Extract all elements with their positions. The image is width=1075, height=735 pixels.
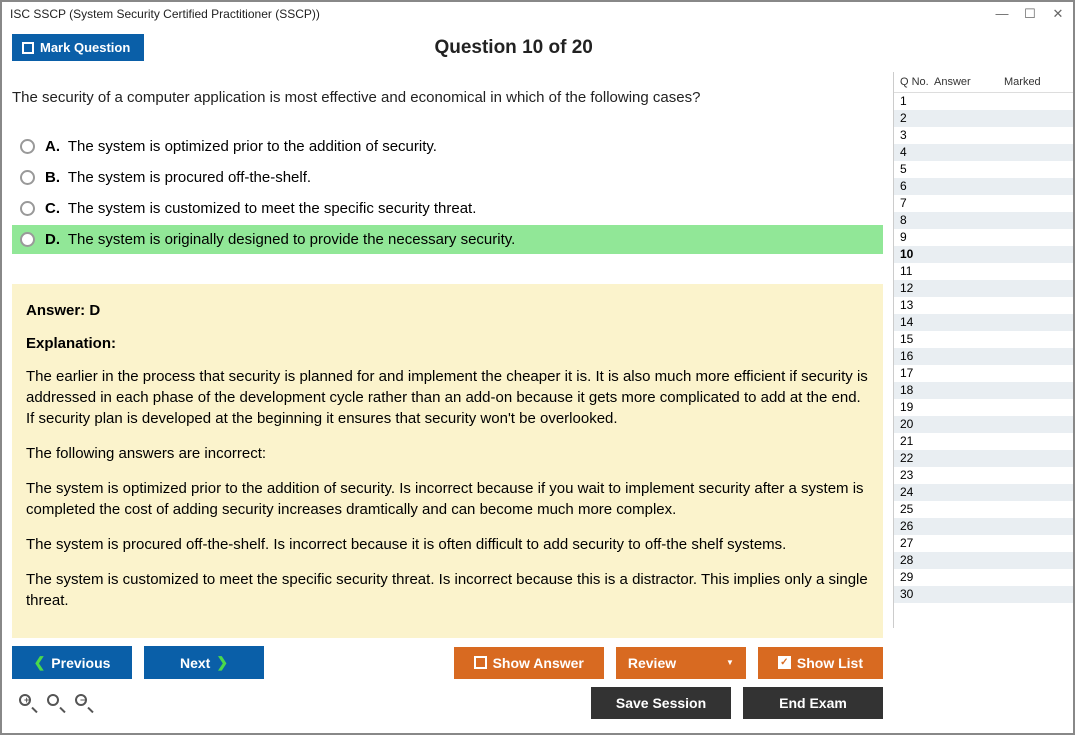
option-C[interactable]: C. The system is customized to meet the …	[12, 194, 883, 223]
question-list-row[interactable]: 18	[894, 382, 1073, 399]
mark-checkbox-icon	[22, 42, 34, 54]
question-list-row[interactable]: 13	[894, 297, 1073, 314]
radio-icon	[20, 201, 35, 216]
header-qno: Q No.	[896, 76, 934, 88]
question-list-row[interactable]: 19	[894, 399, 1073, 416]
chevron-left-icon: ❮	[34, 654, 46, 671]
radio-icon	[20, 232, 35, 247]
question-list-row[interactable]: 27	[894, 535, 1073, 552]
explanation-paragraph: The system is customized to meet the spe…	[26, 569, 869, 611]
question-list-row[interactable]: 6	[894, 178, 1073, 195]
checkbox-icon	[474, 656, 487, 669]
zoom-in-icon[interactable]	[18, 693, 38, 713]
question-list-row[interactable]: 7	[894, 195, 1073, 212]
option-A[interactable]: A. The system is optimized prior to the …	[12, 132, 883, 161]
question-list-row[interactable]: 15	[894, 331, 1073, 348]
question-list-row[interactable]: 29	[894, 569, 1073, 586]
maximize-button[interactable]: ☐	[1023, 6, 1037, 22]
question-list-body[interactable]: 1234567891011121314151617181920212223242…	[894, 93, 1073, 628]
question-list-row[interactable]: 26	[894, 518, 1073, 535]
checkbox-checked-icon	[778, 656, 791, 669]
question-list-row[interactable]: 28	[894, 552, 1073, 569]
question-list-row[interactable]: 12	[894, 280, 1073, 297]
show-answer-button[interactable]: Show Answer	[454, 647, 604, 679]
explanation-paragraph: The system is procured off-the-shelf. Is…	[26, 534, 869, 555]
show-list-button[interactable]: Show List	[758, 647, 883, 679]
explanation-label: Explanation:	[26, 333, 869, 354]
review-button[interactable]: Review ▼	[616, 647, 746, 679]
question-list-row[interactable]: 1	[894, 93, 1073, 110]
zoom-out-icon[interactable]	[74, 693, 94, 713]
question-list-row[interactable]: 2	[894, 110, 1073, 127]
question-content: The security of a computer application i…	[8, 69, 887, 638]
question-list-row[interactable]: 9	[894, 229, 1073, 246]
header-marked: Marked	[1004, 76, 1071, 88]
answer-label: Answer: D	[26, 300, 869, 321]
header-answer: Answer	[934, 76, 1004, 88]
chevron-right-icon: ❯	[216, 654, 228, 671]
mark-label: Mark Question	[40, 40, 130, 55]
question-list-row[interactable]: 25	[894, 501, 1073, 518]
question-list-panel: Q No. Answer Marked 12345678910111213141…	[893, 72, 1073, 628]
question-list-row[interactable]: 17	[894, 365, 1073, 382]
previous-button[interactable]: ❮ Previous	[12, 646, 132, 679]
option-B[interactable]: B. The system is procured off-the-shelf.	[12, 163, 883, 192]
end-exam-button[interactable]: End Exam	[743, 687, 883, 719]
question-list-row[interactable]: 22	[894, 450, 1073, 467]
question-list-row[interactable]: 24	[894, 484, 1073, 501]
question-list-header: Q No. Answer Marked	[894, 72, 1073, 93]
question-list-row[interactable]: 30	[894, 586, 1073, 603]
mark-question-button[interactable]: Mark Question	[12, 34, 144, 61]
next-button[interactable]: Next ❯	[144, 646, 264, 679]
question-list-row[interactable]: 4	[894, 144, 1073, 161]
option-D[interactable]: D. The system is originally designed to …	[12, 225, 883, 254]
question-list-row[interactable]: 8	[894, 212, 1073, 229]
explanation-paragraph: The following answers are incorrect:	[26, 443, 869, 464]
zoom-reset-icon[interactable]	[46, 693, 66, 713]
question-list-row[interactable]: 14	[894, 314, 1073, 331]
question-list-row[interactable]: 20	[894, 416, 1073, 433]
question-list-row[interactable]: 5	[894, 161, 1073, 178]
radio-icon	[20, 139, 35, 154]
question-list-row[interactable]: 3	[894, 127, 1073, 144]
close-button[interactable]: ✕	[1051, 6, 1065, 22]
window-title: ISC SSCP (System Security Certified Prac…	[10, 7, 995, 21]
titlebar: ISC SSCP (System Security Certified Prac…	[2, 2, 1073, 26]
radio-icon	[20, 170, 35, 185]
explanation-paragraph: The earlier in the process that security…	[26, 366, 869, 429]
question-counter: Question 10 of 20	[144, 37, 883, 59]
window-controls: — ☐ ✕	[995, 6, 1065, 22]
answer-panel: Answer: D Explanation: The earlier in th…	[12, 284, 883, 638]
chevron-down-icon: ▼	[726, 658, 734, 667]
explanation-paragraph: The system is optimized prior to the add…	[26, 478, 869, 520]
question-list-row[interactable]: 21	[894, 433, 1073, 450]
question-list-row[interactable]: 23	[894, 467, 1073, 484]
question-list-row[interactable]: 10	[894, 246, 1073, 263]
question-list-row[interactable]: 16	[894, 348, 1073, 365]
minimize-button[interactable]: —	[995, 6, 1009, 22]
question-list-row[interactable]: 11	[894, 263, 1073, 280]
save-session-button[interactable]: Save Session	[591, 687, 731, 719]
question-text: The security of a computer application i…	[12, 87, 883, 108]
